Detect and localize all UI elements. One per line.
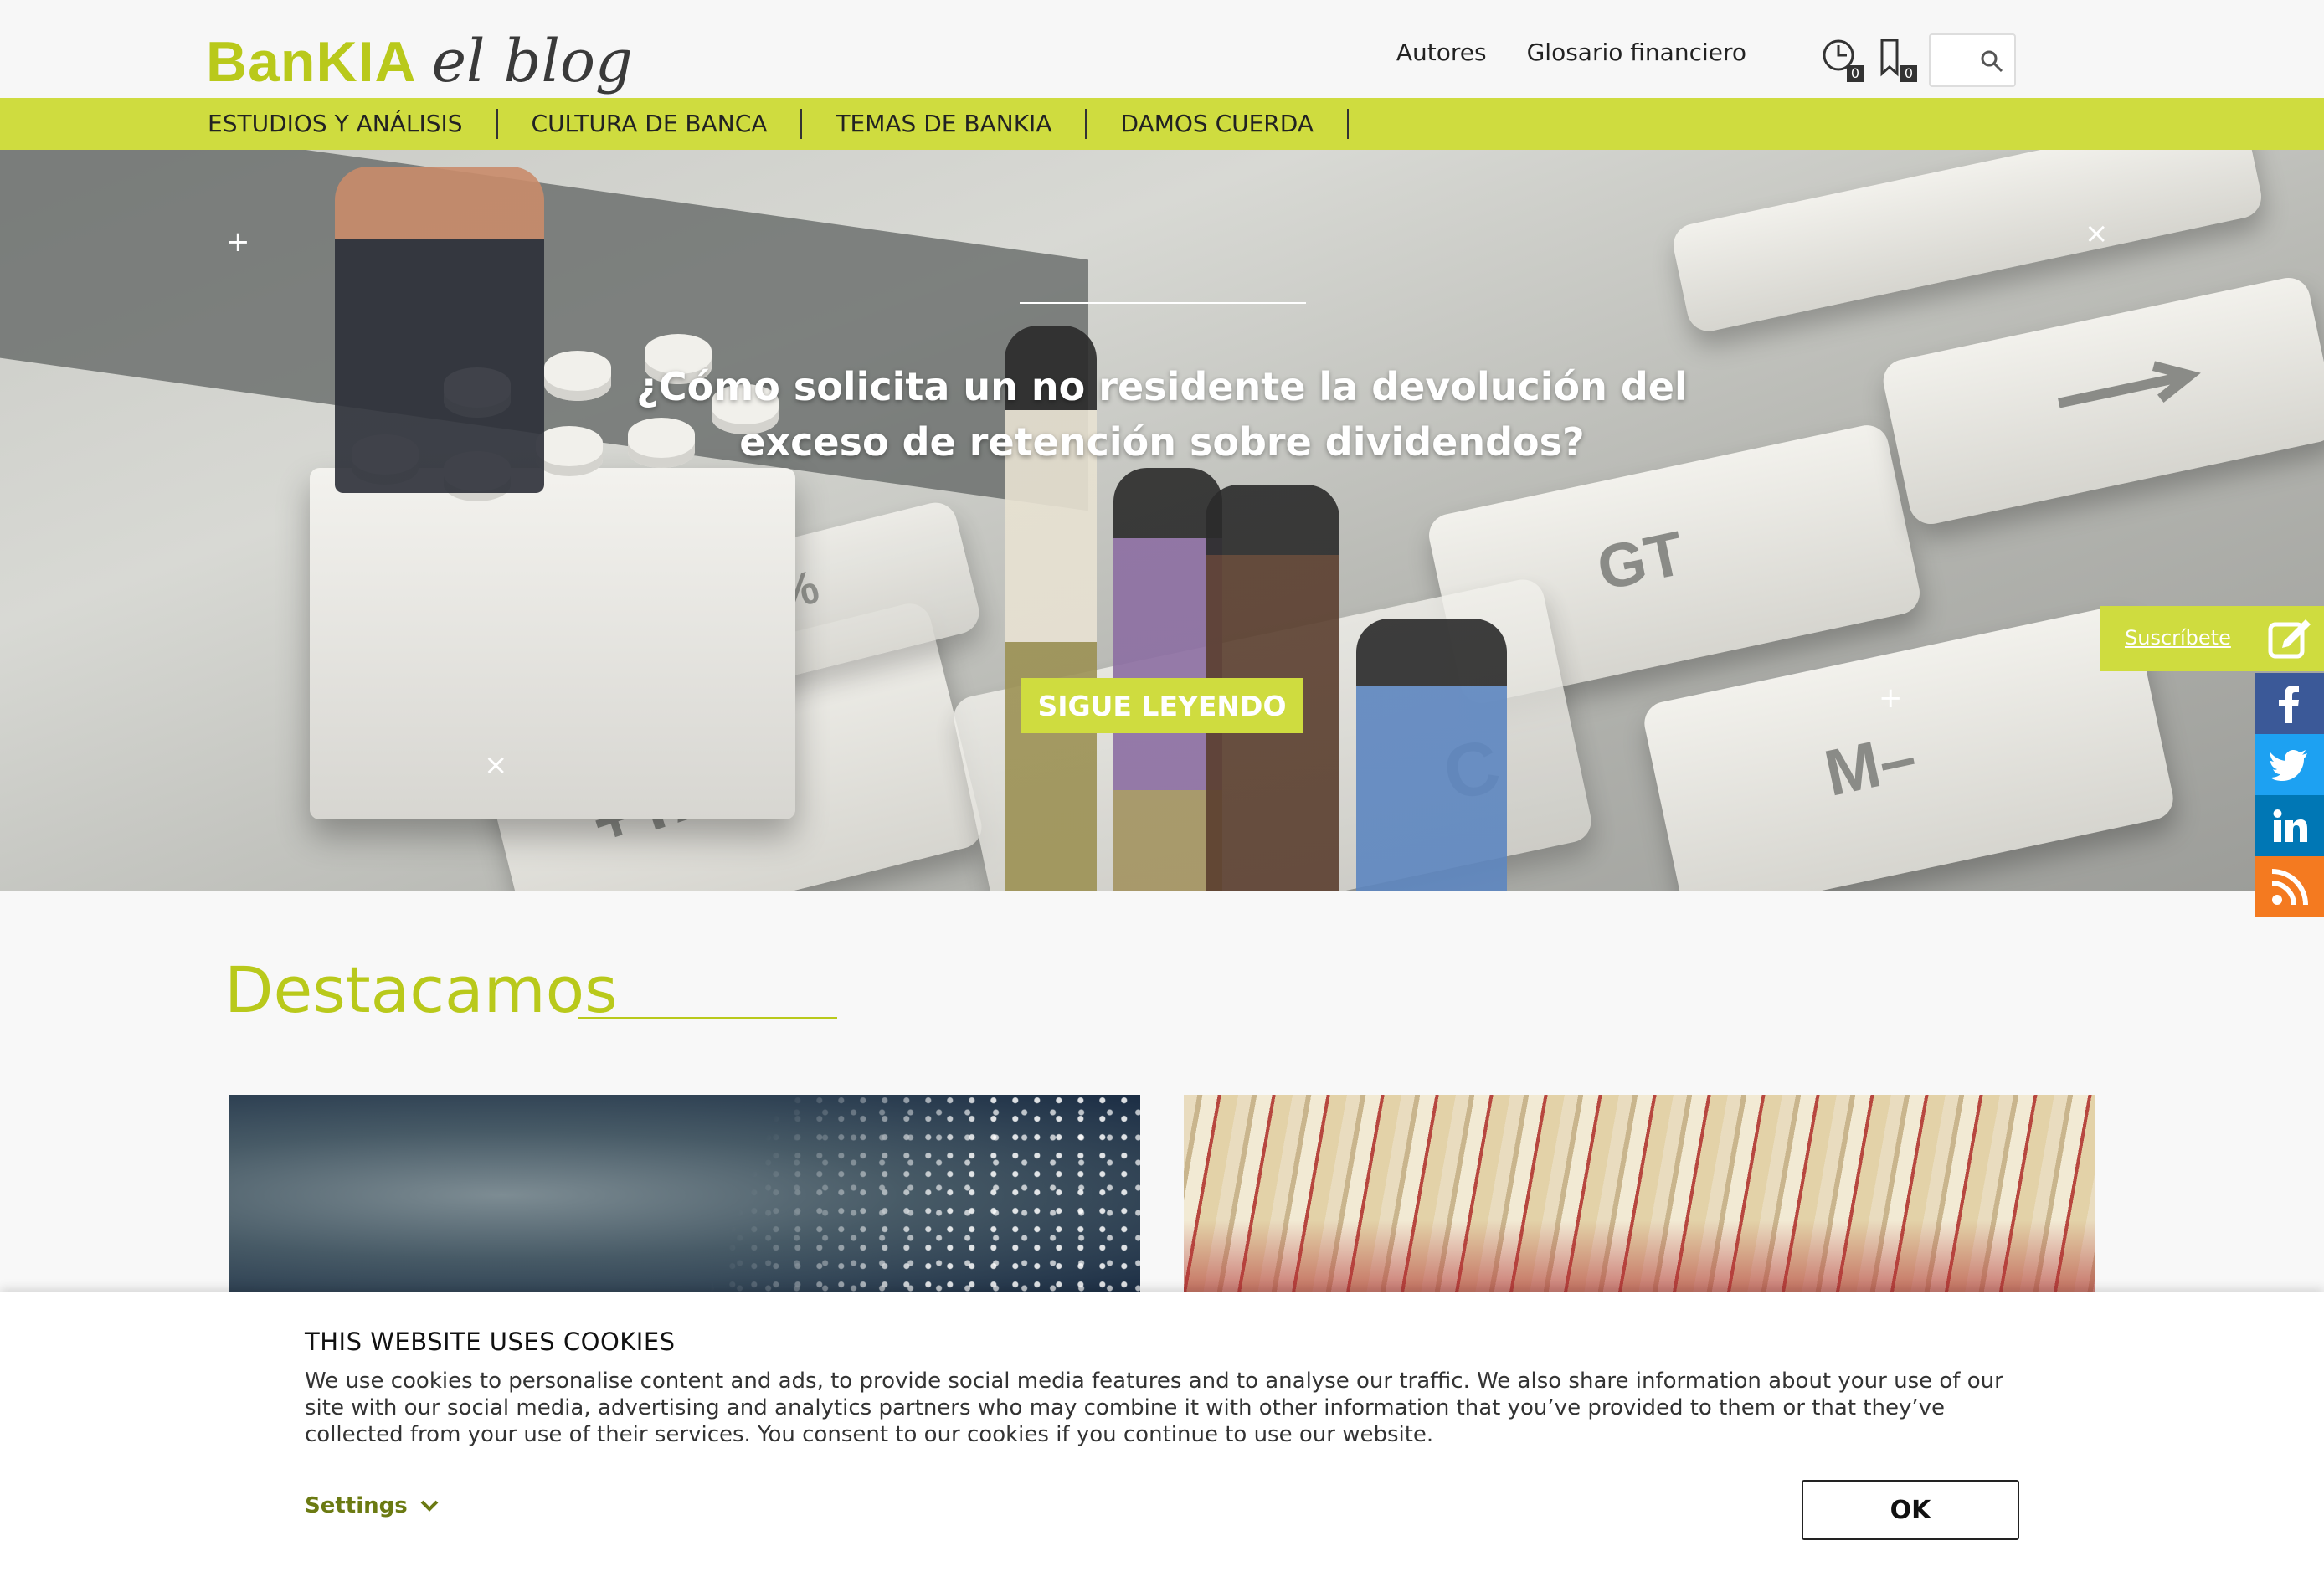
cookie-banner: THIS WEBSITE USES COOKIES We use cookies…	[0, 1292, 2324, 1587]
linkedin-icon	[2273, 809, 2307, 842]
facebook-button[interactable]	[2255, 673, 2324, 734]
chevron-down-icon	[420, 1500, 439, 1512]
sparkle-icon: ×	[484, 748, 508, 782]
nav-item-temas[interactable]: TEMAS DE BANKIA	[802, 109, 1087, 139]
nav-item-damos-cuerda[interactable]: DAMOS CUERDA	[1087, 109, 1349, 139]
rss-button[interactable]	[2255, 856, 2324, 917]
search-box	[1929, 33, 2016, 87]
read-more-button[interactable]: SIGUE LEYENDO	[1021, 678, 1303, 733]
cookie-settings-toggle[interactable]: Settings	[305, 1493, 440, 1518]
hero-banner[interactable]: +TAX GT M– C % + × × + ¿Cómo solicita un…	[0, 150, 2324, 891]
calculator-key-arrow	[1879, 274, 2324, 528]
featured-card-1[interactable]	[229, 1095, 1140, 1296]
authors-link[interactable]: Autores	[1396, 39, 1487, 66]
search-input[interactable]	[1931, 35, 1981, 85]
glossary-link[interactable]: Glosario financiero	[1527, 39, 1746, 66]
subscribe-widget[interactable]: Suscríbete	[2100, 606, 2324, 671]
bookmarks-button[interactable]: 0	[1875, 37, 1917, 82]
sparkle-icon: +	[226, 225, 250, 259]
hero-title[interactable]: ¿Cómo solicita un no residente la devolu…	[636, 359, 1688, 470]
sparkle-icon: ×	[2085, 217, 2109, 250]
nav-item-cultura[interactable]: CULTURA DE BANCA	[498, 109, 803, 139]
featured-card-2[interactable]	[1184, 1095, 2095, 1296]
nav-item-estudios[interactable]: ESTUDIOS Y ANÁLISIS	[208, 109, 498, 139]
logo-brand-text: BanKIA	[206, 30, 417, 94]
arrow-right-icon	[2057, 361, 2201, 408]
logo-blog-text: el blog	[431, 27, 633, 95]
featured-section-title: Destacamos	[224, 953, 618, 1027]
subscribe-link[interactable]: Suscríbete	[2125, 626, 2231, 650]
history-button[interactable]: 0	[1822, 37, 1864, 82]
flying-letters-image	[671, 1095, 1140, 1296]
search-icon[interactable]	[1979, 49, 2004, 74]
hero-divider	[1020, 302, 1306, 304]
featured-title-underline	[578, 1017, 837, 1019]
main-nav: ESTUDIOS Y ANÁLISIS CULTURA DE BANCA TEM…	[0, 98, 2324, 150]
toy-building-block	[310, 334, 795, 819]
cookie-ok-button[interactable]: OK	[1802, 1480, 2019, 1540]
person-figure-4	[1356, 619, 1507, 891]
cookie-settings-label: Settings	[305, 1493, 408, 1518]
cookie-text: We use cookies to personalise content an…	[305, 1369, 2003, 1447]
history-count-badge: 0	[1846, 65, 1864, 82]
sparkle-icon: +	[1879, 681, 1903, 715]
site-header: BanKIA el blog Autores Glosario financie…	[0, 0, 2324, 98]
twitter-button[interactable]	[2255, 734, 2324, 795]
edit-icon	[2268, 619, 2311, 659]
cookie-title: THIS WEBSITE USES COOKIES	[305, 1328, 676, 1356]
facebook-icon	[2279, 685, 2299, 723]
rss-icon	[2271, 868, 2308, 905]
linkedin-button[interactable]	[2255, 795, 2324, 856]
bookmarks-count-badge: 0	[1900, 65, 1917, 82]
top-links: Autores Glosario financiero	[1396, 39, 1746, 66]
site-logo[interactable]: BanKIA el blog	[206, 15, 633, 90]
twitter-icon	[2270, 749, 2307, 781]
businessman-figure	[335, 167, 544, 493]
